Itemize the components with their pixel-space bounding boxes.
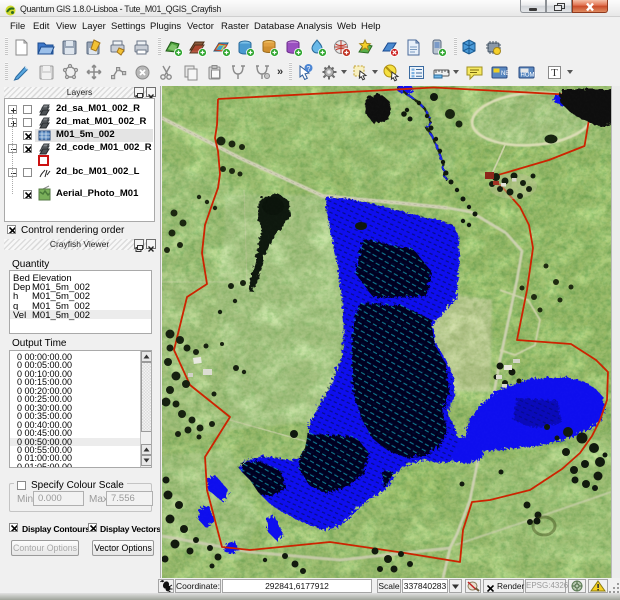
svg-text:T: T bbox=[551, 67, 558, 79]
svg-text:NEW: NEW bbox=[501, 71, 509, 77]
svg-text:?: ? bbox=[307, 66, 311, 73]
svg-text:HOME: HOME bbox=[521, 73, 537, 79]
